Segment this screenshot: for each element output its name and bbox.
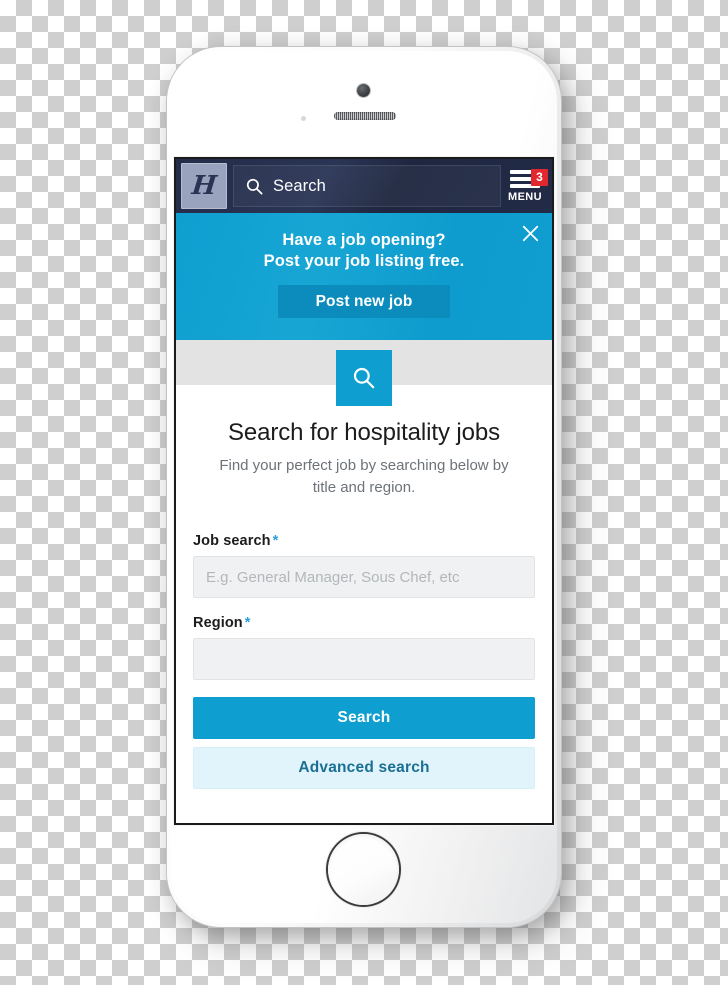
job-search-form: Job search* Region* Search Advanced sear… — [176, 499, 552, 789]
menu-notification-badge: 3 — [531, 168, 548, 186]
job-search-input[interactable] — [193, 556, 535, 598]
region-label-text: Region — [193, 615, 243, 631]
region-input[interactable] — [193, 638, 535, 680]
proximity-sensor-icon — [301, 116, 306, 121]
navbar-search-placeholder: Search — [273, 176, 326, 195]
close-icon[interactable] — [518, 221, 542, 245]
phone-screen: H Search MENU 3 Have a job opening? Post… — [176, 159, 552, 823]
post-new-job-button[interactable]: Post new job — [278, 285, 450, 318]
search-icon — [353, 367, 375, 389]
promo-subheadline: Post your job listing free. — [263, 252, 465, 270]
job-search-label: Job search * — [193, 533, 535, 549]
required-marker: * — [272, 533, 279, 549]
navbar-search-field[interactable]: Search — [233, 165, 501, 207]
hero-search-icon-tile — [336, 350, 392, 406]
home-button[interactable] — [328, 834, 399, 905]
page-subtitle: Find your perfect job by searching below… — [219, 457, 509, 496]
search-button[interactable]: Search — [193, 697, 535, 739]
earpiece-speaker-icon — [334, 112, 396, 120]
app-navbar: H Search MENU 3 — [176, 159, 552, 213]
menu-label: MENU — [508, 190, 542, 203]
close-icon-glyph — [522, 225, 538, 241]
brand-logo[interactable]: H — [181, 163, 227, 209]
promo-banner: Have a job opening? Post your job listin… — [176, 213, 552, 340]
page-title: Search for hospitality jobs — [227, 419, 501, 446]
promo-headline: Have a job opening? — [282, 231, 446, 249]
required-marker: * — [244, 615, 251, 631]
search-icon — [246, 178, 263, 194]
job-search-label-text: Job search — [193, 533, 271, 549]
region-field-block: Region * — [193, 615, 535, 680]
phone-device: H Search MENU 3 Have a job opening? Post… — [167, 47, 561, 927]
job-search-field-block: Job search * — [193, 533, 535, 598]
hero-gray-band — [176, 340, 552, 406]
hamburger-menu-button[interactable]: MENU 3 — [505, 168, 548, 203]
region-label: Region * — [193, 615, 535, 631]
advanced-search-button[interactable]: Advanced search — [193, 747, 535, 789]
brand-logo-letter: H — [190, 171, 218, 201]
front-camera-icon — [357, 84, 370, 97]
